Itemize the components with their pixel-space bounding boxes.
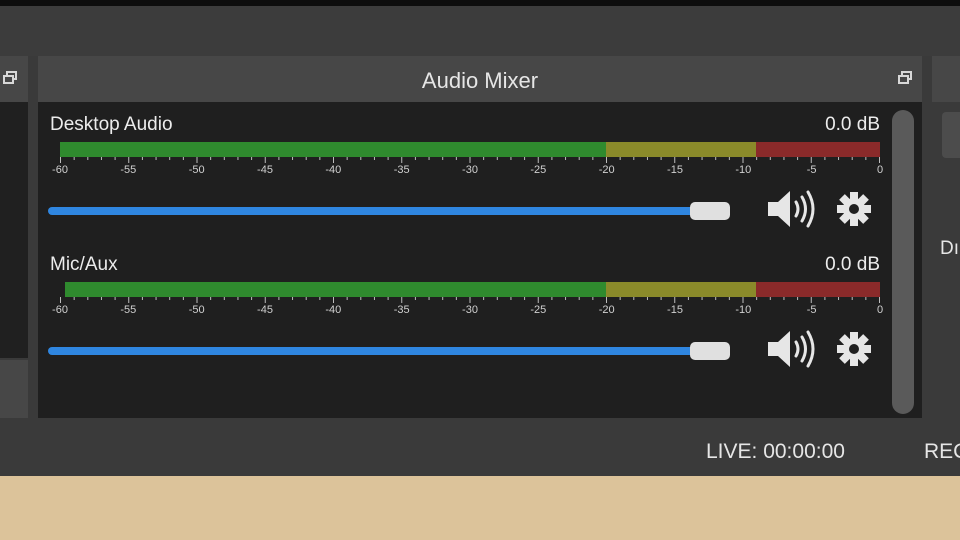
meter-scale-label: -35: [393, 164, 410, 176]
meter-green-segment: [60, 142, 606, 157]
audio-mixer-title: Audio Mixer: [421, 68, 539, 93]
volume-slider-track[interactable]: [48, 347, 708, 355]
meter-scale-label: 0: [876, 164, 884, 176]
meter-red-segment: [756, 142, 880, 157]
meter-scale-label: -60: [52, 164, 68, 176]
volume-meter: [60, 282, 880, 297]
meter-scale-label: -10: [735, 164, 752, 176]
desktop-background: [0, 476, 960, 540]
meter-scale-label: -20: [598, 164, 615, 176]
mixer-channel-mic-aux: Mic/Aux 0.0 dB -60 -55 -50 -45 -40 -35 -30 -25-…: [38, 242, 898, 372]
volume-slider-handle[interactable]: [690, 202, 730, 220]
meter-yellow-segment: [606, 282, 756, 297]
left-dock-header: [0, 56, 28, 102]
channel-name: Desktop Audio: [50, 114, 173, 135]
volume-slider[interactable]: [48, 202, 750, 220]
meter-scale-label: -30: [462, 164, 478, 176]
meter-yellow-segment: [606, 142, 756, 157]
meter-scale-label: -45: [257, 164, 273, 176]
meter-scale-label: -25: [530, 304, 547, 316]
volume-slider-handle[interactable]: [690, 342, 730, 360]
mixer-scrollbar[interactable]: [892, 108, 914, 414]
meter-red-segment: [756, 282, 880, 297]
meter-scale-label: -50: [188, 304, 205, 316]
toolbar-strip: [0, 6, 960, 56]
volume-meter: [60, 142, 880, 157]
meter-scale-label: -30: [462, 304, 478, 316]
meter-green-segment: [60, 282, 606, 297]
volume-slider[interactable]: [48, 342, 750, 360]
meter-scale-labels: -60 -55 -50 -45 -40 -35 -30 -25 -20 -15 -10 -5 0: [52, 304, 884, 318]
meter-scale-label: -5: [806, 164, 817, 176]
meter-ticks: [60, 297, 880, 303]
meter-scale-label: -50: [188, 164, 205, 176]
speaker-icon[interactable]: [766, 328, 818, 370]
meter-scale-label: -35: [393, 304, 410, 316]
audio-mixer-body: Desktop Audio 0.0 dB -60 -55 -50 -45 -40 -35-…: [38, 102, 922, 418]
channel-level-readout: 0.0 dB: [825, 114, 880, 135]
meter-scale-label: -10: [735, 304, 752, 316]
speaker-icon[interactable]: [766, 188, 818, 230]
meter-ticks: [60, 157, 880, 163]
volume-slider-track[interactable]: [48, 207, 708, 215]
channel-level-readout: 0.0 dB: [825, 254, 880, 275]
meter-scale-label: 0: [876, 304, 884, 316]
status-bar: LIVE: 00:00:00 REC: [0, 420, 960, 476]
channel-name: Mic/Aux: [50, 254, 118, 275]
meter-scale-labels: -60 -55 -50 -45 -40 -35 -30 -25 -20 -15 -10 -5 0: [52, 164, 884, 178]
meter-scale-label: -25: [530, 164, 547, 176]
left-dock-footer: [0, 360, 28, 418]
meter-scale-label: -40: [325, 164, 342, 176]
meter-scale-label: -40: [325, 304, 342, 316]
float-window-icon[interactable]: [898, 71, 912, 90]
mixer-scrollbar-thumb[interactable]: [892, 110, 914, 414]
meter-scale-label: -15: [667, 304, 683, 316]
rec-timer: REC: [924, 440, 960, 463]
meter-scale-label: -15: [667, 164, 683, 176]
meter-scale-label: -60: [52, 304, 68, 316]
mixer-channel-desktop-audio: Desktop Audio 0.0 dB -60 -55 -50 -45 -40 -35-…: [38, 102, 898, 232]
meter-scale-label: -45: [257, 304, 273, 316]
gear-icon[interactable]: [834, 328, 874, 370]
right-dock-button[interactable]: [942, 112, 960, 158]
meter-scale-label: -55: [120, 164, 137, 176]
audio-mixer-header: Audio Mixer: [38, 56, 922, 102]
meter-scale-label: -20: [598, 304, 615, 316]
gear-icon[interactable]: [834, 188, 874, 230]
float-window-icon[interactable]: [3, 71, 17, 90]
live-timer: LIVE: 00:00:00: [706, 440, 845, 463]
right-dock-label: Dı: [940, 238, 959, 259]
meter-scale-label: -55: [120, 304, 137, 316]
meter-peak-gap: [60, 282, 65, 297]
meter-scale-label: -5: [806, 304, 817, 316]
left-dock-body: [0, 102, 28, 358]
right-dock-header: [932, 56, 960, 102]
